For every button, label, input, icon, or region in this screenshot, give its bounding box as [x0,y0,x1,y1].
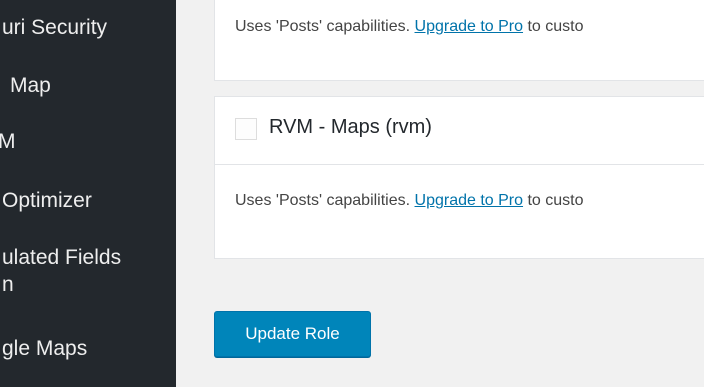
card-title: RVM - Maps (rvm) [269,116,432,138]
upgrade-to-pro-link[interactable]: Upgrade to Pro [415,192,524,209]
sidebar-item-security[interactable]: uri Security [2,15,107,41]
card-header: RVM - Maps (rvm) [215,97,704,165]
card-description-suffix: to custo [523,192,584,209]
main-content: Uses 'Posts' capabilities. Upgrade to Pr… [176,0,704,387]
update-role-button[interactable]: Update Role [214,311,371,357]
card-description: Uses 'Posts' capabilities. Upgrade to Pr… [235,192,584,210]
sidebar-item-google-maps[interactable]: gle Maps [2,336,87,362]
sidebar-item-m[interactable]: M [0,129,16,155]
sidebar-item-calculated-fields[interactable]: ulated Fields [2,245,121,271]
card-description-suffix: to custo [523,18,584,35]
capability-card-rvm: RVM - Maps (rvm) Uses 'Posts' capabiliti… [214,96,704,259]
card-description: Uses 'Posts' capabilities. Upgrade to Pr… [235,18,584,36]
upgrade-to-pro-link[interactable]: Upgrade to Pro [415,18,524,35]
card-description-text: Uses 'Posts' capabilities. [235,18,415,35]
rvm-checkbox[interactable] [235,118,257,140]
capability-card-posts: Uses 'Posts' capabilities. Upgrade to Pr… [214,0,704,81]
admin-sidebar: uri Security Map M Optimizer ulated Fiel… [0,0,176,387]
sidebar-item-optimizer[interactable]: Optimizer [2,188,92,214]
card-description-text: Uses 'Posts' capabilities. [235,192,415,209]
sidebar-item-calculated-fields-line2[interactable]: n [2,272,14,298]
sidebar-item-map[interactable]: Map [10,73,51,99]
